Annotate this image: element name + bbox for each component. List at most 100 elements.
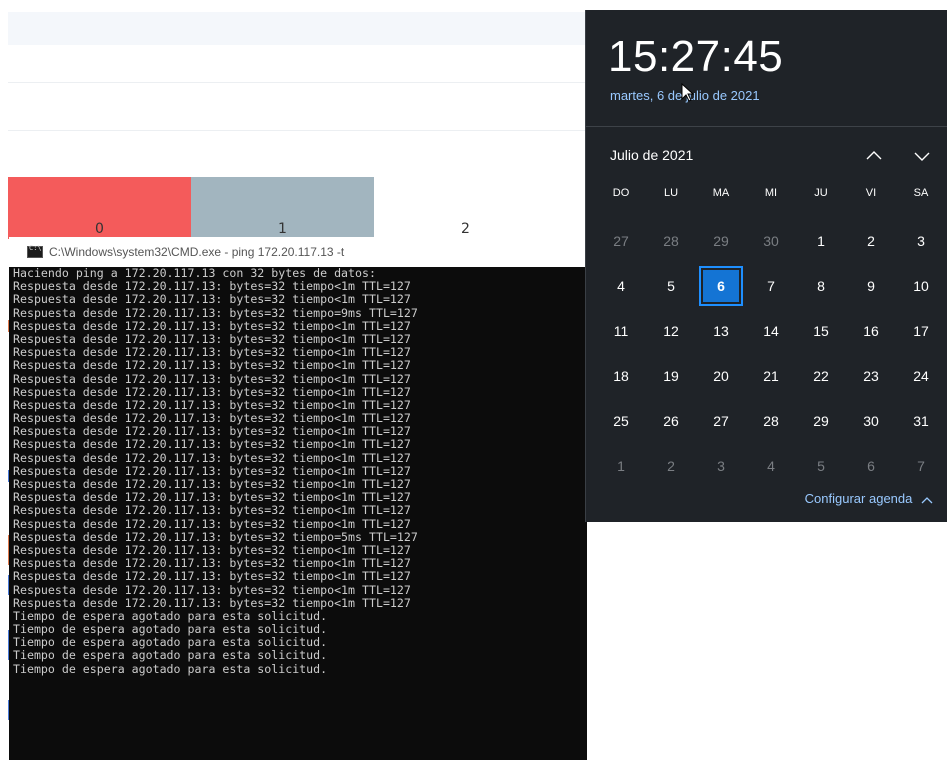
- page-header-band: [8, 12, 588, 45]
- configure-agenda-link[interactable]: Configurar agenda: [805, 491, 934, 506]
- calendar-day[interactable]: 12: [646, 308, 696, 353]
- calendar-day[interactable]: 28: [646, 218, 696, 263]
- calendar-day[interactable]: 21: [746, 353, 796, 398]
- calendar-day[interactable]: 27: [696, 398, 746, 443]
- day-number: 16: [863, 322, 879, 339]
- calendar-day[interactable]: 29: [796, 398, 846, 443]
- day-number: 14: [763, 322, 779, 339]
- console-line: Respuesta desde 172.20.117.13: bytes=32 …: [13, 384, 411, 399]
- cmd-window[interactable]: C:\Windows\system32\CMD.exe - ping 172.2…: [9, 237, 587, 760]
- previous-month-button[interactable]: [862, 146, 886, 166]
- weekday-label: VI: [865, 187, 877, 199]
- day-number: 19: [663, 367, 679, 384]
- calendar-day[interactable]: 13: [696, 308, 746, 353]
- calendar-day[interactable]: 26: [646, 398, 696, 443]
- calendar-week: 25 26 27 28 29 30 31: [596, 398, 946, 443]
- day-number: 2: [867, 232, 875, 249]
- console-line: Respuesta desde 172.20.117.13: bytes=32 …: [13, 358, 411, 373]
- weekday-label: DO: [612, 187, 630, 199]
- day-number: 15: [813, 322, 829, 339]
- calendar-day[interactable]: 9: [846, 263, 896, 308]
- calendar-day[interactable]: 8: [796, 263, 846, 308]
- status-tile[interactable]: 2: [374, 177, 557, 239]
- day-number: 20: [713, 367, 729, 384]
- calendar-day[interactable]: 4: [746, 443, 796, 488]
- calendar-day[interactable]: 2: [846, 218, 896, 263]
- calendar-day[interactable]: 7: [746, 263, 796, 308]
- calendar-day[interactable]: 28: [746, 398, 796, 443]
- console-line: Respuesta desde 172.20.117.13: bytes=32 …: [13, 318, 411, 333]
- divider: [586, 126, 947, 127]
- calendar-day[interactable]: 10: [896, 263, 946, 308]
- day-number: 8: [817, 277, 825, 294]
- console-line: Respuesta desde 172.20.117.13: bytes=32 …: [13, 582, 411, 597]
- status-tile[interactable]: 0: [8, 177, 191, 239]
- console-line: Respuesta desde 172.20.117.13: bytes=32 …: [13, 516, 411, 531]
- weekday-label: LU: [663, 187, 679, 199]
- mouse-pointer-icon: [681, 83, 695, 102]
- cmd-title-bar[interactable]: C:\Windows\system32\CMD.exe - ping 172.2…: [9, 237, 587, 267]
- day-number: 29: [713, 232, 729, 249]
- calendar-grid: 27 28 29 30 1 2 3 4 5 6 7 8 9 10 11 12 13 14 15 16 17 18 19 20 2…: [596, 218, 946, 488]
- month-label[interactable]: Julio de 2021: [610, 147, 693, 163]
- calendar-day[interactable]: 17: [896, 308, 946, 353]
- day-number: 29: [813, 412, 829, 429]
- calendar-day[interactable]: 24: [896, 353, 946, 398]
- calendar-day[interactable]: 31: [896, 398, 946, 443]
- calendar-day[interactable]: 6: [846, 443, 896, 488]
- day-number: 27: [713, 412, 729, 429]
- day-number: 5: [817, 457, 825, 474]
- day-number: 7: [767, 277, 775, 294]
- calendar-day[interactable]: 15: [796, 308, 846, 353]
- day-number: 4: [617, 277, 625, 294]
- weekday-header: DO LU MA MI JU VI SA: [596, 187, 946, 199]
- day-number: 6: [703, 269, 739, 302]
- console-line: Respuesta desde 172.20.117.13: bytes=32 …: [13, 437, 411, 452]
- calendar-day[interactable]: 25: [596, 398, 646, 443]
- calendar-day[interactable]: 27: [596, 218, 646, 263]
- day-number: 28: [763, 412, 779, 429]
- calendar-day[interactable]: 2: [646, 443, 696, 488]
- calendar-day-today[interactable]: 6: [696, 263, 746, 308]
- day-number: 12: [663, 322, 679, 339]
- calendar-day[interactable]: 3: [696, 443, 746, 488]
- calendar-week: 11 12 13 14 15 16 17: [596, 308, 946, 353]
- divider: [8, 82, 588, 83]
- calendar-day[interactable]: 22: [796, 353, 846, 398]
- status-tile[interactable]: 1: [191, 177, 374, 239]
- calendar-day[interactable]: 1: [596, 443, 646, 488]
- console-line: Respuesta desde 172.20.117.13: bytes=32 …: [13, 529, 418, 544]
- calendar-day[interactable]: 11: [596, 308, 646, 353]
- calendar-week: 4 5 6 7 8 9 10: [596, 263, 946, 308]
- day-number: 3: [917, 232, 925, 249]
- calendar-day[interactable]: 14: [746, 308, 796, 353]
- calendar-day[interactable]: 4: [596, 263, 646, 308]
- calendar-day[interactable]: 30: [846, 398, 896, 443]
- console-output[interactable]: Haciendo ping a 172.20.117.13 con 32 byt…: [9, 266, 587, 676]
- calendar-day[interactable]: 30: [746, 218, 796, 263]
- next-month-button[interactable]: [910, 146, 934, 166]
- day-number: 18: [613, 367, 629, 384]
- calendar-day[interactable]: 29: [696, 218, 746, 263]
- day-number: 1: [817, 232, 825, 249]
- calendar-day[interactable]: 5: [796, 443, 846, 488]
- calendar-day[interactable]: 20: [696, 353, 746, 398]
- calendar-day[interactable]: 23: [846, 353, 896, 398]
- calendar-day[interactable]: 7: [896, 443, 946, 488]
- day-number: 23: [863, 367, 879, 384]
- cmd-title: C:\Windows\system32\CMD.exe - ping 172.2…: [49, 245, 345, 259]
- day-number: 7: [917, 457, 925, 474]
- calendar-day[interactable]: 3: [896, 218, 946, 263]
- day-number: 4: [767, 457, 775, 474]
- calendar-day[interactable]: 19: [646, 353, 696, 398]
- calendar-day[interactable]: 1: [796, 218, 846, 263]
- calendar-day[interactable]: 18: [596, 353, 646, 398]
- calendar-day[interactable]: 5: [646, 263, 696, 308]
- weekday-label: JU: [814, 187, 828, 199]
- day-number: 17: [913, 322, 929, 339]
- console-line: Tiempo de espera agotado para esta solic…: [13, 648, 328, 663]
- day-number: 31: [913, 412, 929, 429]
- chevron-up-icon: [921, 496, 933, 504]
- day-number: 2: [667, 457, 675, 474]
- calendar-day[interactable]: 16: [846, 308, 896, 353]
